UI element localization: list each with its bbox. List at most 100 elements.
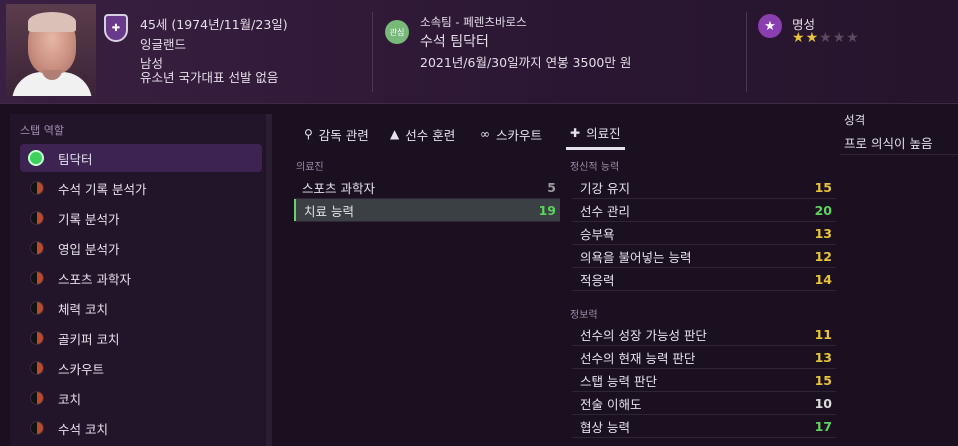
- role-status-icon: [30, 211, 44, 225]
- reputation-star-icon: ★: [758, 14, 782, 38]
- medical-section-label: 의료진: [296, 162, 324, 173]
- staff-role-label: 스포츠 과학자: [58, 271, 131, 287]
- attribute-row[interactable]: 치료 능력 19: [294, 199, 560, 221]
- role-status-icon: [30, 331, 44, 345]
- staff-role-label: 영입 분석가: [58, 241, 120, 257]
- staff-role-item[interactable]: 체력 코치: [20, 294, 262, 322]
- attribute-value: 13: [814, 225, 832, 241]
- role-status-icon: [28, 150, 44, 166]
- tab-manager[interactable]: ⚲ 감독 관련: [304, 118, 369, 150]
- staff-role-item[interactable]: 팀닥터: [20, 144, 262, 172]
- attribute-name: 협상 능력: [580, 419, 630, 435]
- attribute-name: 치료 능력: [304, 203, 354, 219]
- star-icon: ★: [819, 30, 833, 46]
- star-icon: ★: [805, 30, 820, 46]
- staff-role-item[interactable]: 골키퍼 코치: [20, 324, 262, 352]
- staff-role-label: 골키퍼 코치: [58, 331, 120, 347]
- staff-role-item[interactable]: 스포츠 과학자: [20, 264, 262, 292]
- attribute-value: 5: [547, 179, 556, 195]
- attribute-value: 10: [814, 395, 832, 411]
- attribute-row[interactable]: 협상 능력 17: [572, 415, 836, 437]
- star-icon: ★: [832, 30, 847, 46]
- attribute-value: 15: [814, 372, 832, 388]
- personality-panel: 성격 프로 의식이 높음: [840, 104, 958, 446]
- role-text: 수석 팀닥터: [420, 34, 489, 50]
- whistle-icon: ⚲: [304, 127, 313, 141]
- staff-role-item[interactable]: 영입 분석가: [20, 234, 262, 262]
- personality-label: 성격: [844, 113, 866, 127]
- attribute-name: 선수의 현재 능력 판단: [580, 350, 696, 366]
- medical-kit-icon: ✚: [570, 125, 581, 140]
- role-status-icon: [30, 391, 44, 405]
- star-icon: ★: [792, 30, 806, 46]
- interest-badge-icon: 관심: [385, 20, 409, 44]
- attribute-name: 의욕을 불어넣는 능력: [580, 249, 692, 265]
- attribute-name: 스탭 능력 판단: [580, 373, 657, 389]
- staff-role-label: 수석 기록 분석가: [58, 181, 147, 197]
- contract-text: 2021년/6월/30일까지 연봉 3500만 원: [420, 55, 632, 70]
- mental-section-label: 정신적 능력: [570, 162, 620, 173]
- staff-role-label: 체력 코치: [58, 301, 108, 317]
- divider: [572, 437, 836, 438]
- divider: [294, 221, 560, 222]
- nation-text[interactable]: 잉글랜드: [140, 34, 186, 53]
- attribute-name: 선수 관리: [580, 203, 630, 219]
- staff-role-item[interactable]: 코치: [20, 384, 262, 412]
- attribute-row[interactable]: 스포츠 과학자 5: [294, 176, 560, 198]
- tab-scout[interactable]: ∞ 스카우트: [480, 118, 542, 150]
- attribute-name: 선수의 성장 가능성 판단: [580, 327, 707, 343]
- staff-role-label: 코치: [58, 391, 82, 407]
- youth-text: 유소년 국가대표 선발 없음: [140, 70, 279, 85]
- attribute-row[interactable]: 적응력 14: [572, 268, 836, 290]
- attribute-value: 17: [814, 418, 832, 434]
- attribute-row[interactable]: 선수의 성장 가능성 판단 11: [572, 323, 836, 345]
- star-icon: ★: [846, 30, 860, 46]
- attribute-row[interactable]: 스탭 능력 판단 15: [572, 369, 836, 391]
- staff-role-item[interactable]: 기록 분석가: [20, 204, 262, 232]
- role-status-icon: [30, 421, 44, 435]
- staff-role-item[interactable]: 수석 기록 분석가: [20, 174, 262, 202]
- knowledge-section-label: 정보력: [570, 310, 598, 321]
- attribute-row[interactable]: 승부욕 13: [572, 222, 836, 244]
- attribute-name: 승부욕: [580, 226, 615, 242]
- cone-icon: ▲: [390, 127, 400, 141]
- role-status-icon: [30, 361, 44, 375]
- attribute-value: 13: [814, 349, 832, 365]
- club-text[interactable]: 소속팀 - 페렌츠바로스: [420, 14, 527, 30]
- attribute-name: 기강 유지: [580, 180, 630, 196]
- attribute-row[interactable]: 전술 이해도 10: [572, 392, 836, 414]
- attribute-name: 전술 이해도: [580, 396, 642, 412]
- divider: [372, 12, 373, 92]
- age-text: 45세 (1974년/11월/23일): [140, 17, 288, 32]
- attribute-value: 20: [814, 202, 832, 218]
- staff-role-label: 수석 코치: [58, 421, 108, 437]
- reputation-stars: ★★★★★: [792, 30, 860, 46]
- attribute-value: 11: [814, 326, 832, 342]
- personality-value: 프로 의식이 높음: [844, 136, 933, 151]
- attribute-row[interactable]: 의욕을 불어넣는 능력 12: [572, 245, 836, 267]
- attribute-name: 스포츠 과학자: [302, 180, 375, 196]
- tab-label: 감독 관련: [318, 127, 369, 143]
- staff-photo: [6, 4, 96, 96]
- divider: [840, 154, 958, 155]
- attribute-row[interactable]: 선수의 현재 능력 판단 13: [572, 346, 836, 368]
- divider: [572, 290, 836, 291]
- divider: [746, 12, 747, 92]
- attribute-value: 14: [814, 271, 832, 287]
- attribute-row[interactable]: 기강 유지 15: [572, 176, 836, 198]
- staff-role-item[interactable]: 스카우트: [20, 354, 262, 382]
- role-status-icon: [30, 241, 44, 255]
- staff-role-label: 기록 분석가: [58, 211, 120, 227]
- attribute-row[interactable]: 선수 관리 20: [572, 199, 836, 221]
- role-status-icon: [30, 181, 44, 195]
- tab-training[interactable]: ▲ 선수 훈련: [390, 118, 455, 150]
- attribute-value: 19: [538, 202, 556, 218]
- staff-role-item[interactable]: 수석 코치: [20, 414, 262, 442]
- attribute-value: 12: [814, 248, 832, 264]
- tab-label: 선수 훈련: [405, 127, 456, 143]
- staff-role-label: 팀닥터: [58, 151, 93, 167]
- staff-role-label: 스카우트: [58, 361, 105, 377]
- tab-label: 의료진: [586, 126, 621, 141]
- role-status-icon: [30, 301, 44, 315]
- tab-medical[interactable]: ✚ 의료진: [566, 118, 625, 150]
